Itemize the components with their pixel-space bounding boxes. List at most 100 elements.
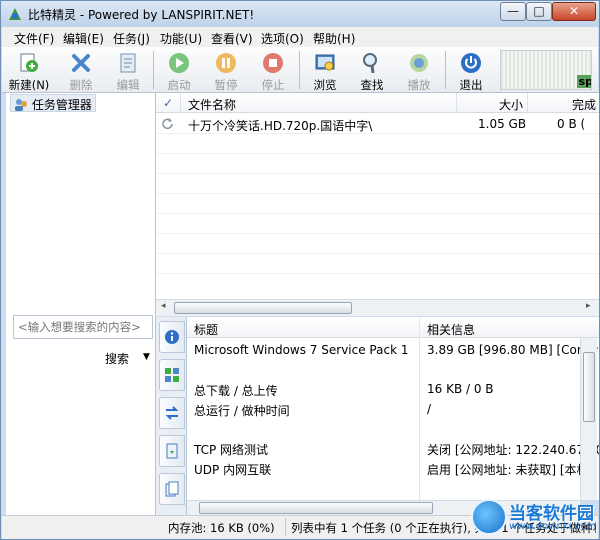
task-list-header: ✓ 文件名称 大小 完成 <box>156 93 599 113</box>
detail-key: 总运行 / 做种时间 <box>194 404 290 418</box>
minimize-button[interactable]: — <box>500 2 526 21</box>
column-check[interactable]: ✓ <box>163 96 173 110</box>
menu-file[interactable]: 文件(F) <box>14 30 54 47</box>
detail-vertical-scrollbar[interactable] <box>580 338 597 500</box>
new-button[interactable]: 新建(N) <box>6 49 52 92</box>
menu-edit[interactable]: 编辑(E) <box>63 30 104 47</box>
exit-button[interactable]: 退出 <box>448 49 494 92</box>
browse-button[interactable]: 浏览 <box>302 49 348 92</box>
watermark-logo-icon <box>471 499 507 535</box>
scroll-thumb[interactable] <box>174 302 352 314</box>
column-done[interactable]: 完成 <box>572 96 596 113</box>
browse-icon <box>315 54 335 71</box>
edit-button[interactable]: 编辑 <box>105 49 151 92</box>
pause-label: 暂停 <box>214 78 238 92</box>
grid-icon <box>165 368 179 382</box>
close-button[interactable]: ✕ <box>552 2 596 21</box>
watermark: 当客软件园 www.downkr.com <box>471 497 599 539</box>
scroll-thumb[interactable] <box>199 502 433 514</box>
sidebar: 任务管理器 搜索 ▼ <box>6 93 156 515</box>
play-media-button[interactable]: 播放 <box>396 49 442 92</box>
delete-button[interactable]: 删除 <box>58 49 104 92</box>
pause-icon <box>216 53 236 73</box>
empty-row <box>156 254 599 274</box>
media-play-icon <box>410 54 428 72</box>
new-label: 新建(N) <box>8 78 50 92</box>
search-button[interactable]: 搜索 <box>105 350 129 367</box>
task-list-scrollbar[interactable]: ◂ ▸ <box>156 299 599 316</box>
window-title: 比特精灵 - Powered by LANSPIRIT.NET! <box>28 8 255 22</box>
menu-help[interactable]: 帮助(H) <box>313 30 355 47</box>
column-size[interactable]: 大小 <box>499 96 523 113</box>
edit-icon <box>120 53 136 73</box>
tab-log[interactable] <box>159 473 185 505</box>
scroll-thumb[interactable] <box>583 352 595 422</box>
menu-view[interactable]: 查看(V) <box>211 30 253 47</box>
refresh-icon <box>162 118 173 130</box>
search-input[interactable] <box>13 315 153 339</box>
stop-icon <box>263 53 283 73</box>
task-name: 十万个冷笑话.HD.720p.国语中字\ <box>188 119 373 133</box>
tree-item-task-manager[interactable]: 任务管理器 <box>10 94 96 112</box>
watermark-subtitle: www.downkr.com <box>509 521 597 532</box>
detail-panel: 标题 相关信息 Microsoft Windows 7 Service Pack… <box>187 317 599 500</box>
detail-row <box>187 419 580 439</box>
app-window: 比特精灵 - Powered by LANSPIRIT.NET! — □ ✕ 文… <box>0 0 600 540</box>
stop-label: 停止 <box>261 78 285 92</box>
column-name[interactable]: 文件名称 <box>188 96 236 113</box>
menu-function[interactable]: 功能(U) <box>160 30 202 47</box>
tab-files[interactable] <box>159 435 185 467</box>
toolbar-separator <box>445 51 446 89</box>
delete-label: 删除 <box>69 78 93 92</box>
find-button[interactable]: 查找 <box>349 49 395 92</box>
file-icon <box>166 443 178 459</box>
scroll-right-icon[interactable]: ▸ <box>586 301 591 311</box>
menu-options[interactable]: 选项(O) <box>261 30 304 47</box>
detail-key: TCP 网络测试 <box>194 443 269 457</box>
menu-bar: 文件(F) 编辑(E) 任务(J) 功能(U) 查看(V) 选项(O) 帮助(H… <box>2 27 598 47</box>
title-bar[interactable]: 比特精灵 - Powered by LANSPIRIT.NET! — □ ✕ <box>1 1 599 27</box>
menu-task[interactable]: 任务(J) <box>113 30 150 47</box>
search-icon <box>363 53 377 74</box>
detail-value: 3.89 GB [996.80 MB] [Core# <box>427 343 599 357</box>
browse-label: 浏览 <box>313 78 337 92</box>
scroll-left-icon[interactable]: ◂ <box>161 301 166 311</box>
detail-key: UDP 内网互联 <box>194 463 272 477</box>
detail-row: UDP 内网互联 启用 [公网地址: 未获取] [本机 <box>187 458 589 478</box>
new-task-icon <box>20 53 38 72</box>
power-icon <box>461 53 481 73</box>
empty-row <box>156 214 599 234</box>
table-row[interactable]: 十万个冷笑话.HD.720p.国语中字\ 1.05 GB 0 B ( <box>156 114 599 134</box>
detail-header: 标题 相关信息 <box>187 317 599 338</box>
tab-pieces[interactable] <box>159 359 185 391</box>
detail-value: 关闭 [公网地址: 122.240.67.10 <box>427 443 599 457</box>
delete-icon <box>72 54 90 72</box>
empty-row <box>156 174 599 194</box>
tree-item-label: 任务管理器 <box>31 98 92 112</box>
play-label: 播放 <box>407 78 431 92</box>
empty-row <box>156 134 599 154</box>
pause-button[interactable]: 暂停 <box>203 49 249 92</box>
task-size: 1.05 GB <box>478 117 527 131</box>
toolbar-separator <box>299 51 300 89</box>
stop-button[interactable]: 停止 <box>250 49 296 92</box>
find-label: 查找 <box>360 78 384 92</box>
detail-row: Microsoft Windows 7 Service Pack 1 3.89 … <box>187 340 599 360</box>
maximize-button[interactable]: □ <box>526 2 552 21</box>
detail-value: 启用 [公网地址: 未获取] [本机 <box>427 463 589 477</box>
detail-row: TCP 网络测试 关闭 [公网地址: 122.240.67.10 <box>187 438 599 458</box>
detail-header-key[interactable]: 标题 <box>194 321 218 338</box>
chevron-down-icon[interactable]: ▼ <box>143 352 150 362</box>
start-button[interactable]: 启动 <box>156 49 202 92</box>
info-icon <box>165 330 179 344</box>
detail-header-value[interactable]: 相关信息 <box>427 321 475 338</box>
users-icon <box>15 98 27 111</box>
empty-row <box>156 194 599 214</box>
memory-status: 内存池: 16 KB (0%) <box>168 521 275 535</box>
tab-info[interactable] <box>159 321 185 353</box>
document-icon <box>165 481 179 497</box>
detail-tab-strip <box>156 317 187 515</box>
empty-row <box>156 234 599 254</box>
toolbar-separator <box>153 51 154 89</box>
tab-peers[interactable] <box>159 397 185 429</box>
